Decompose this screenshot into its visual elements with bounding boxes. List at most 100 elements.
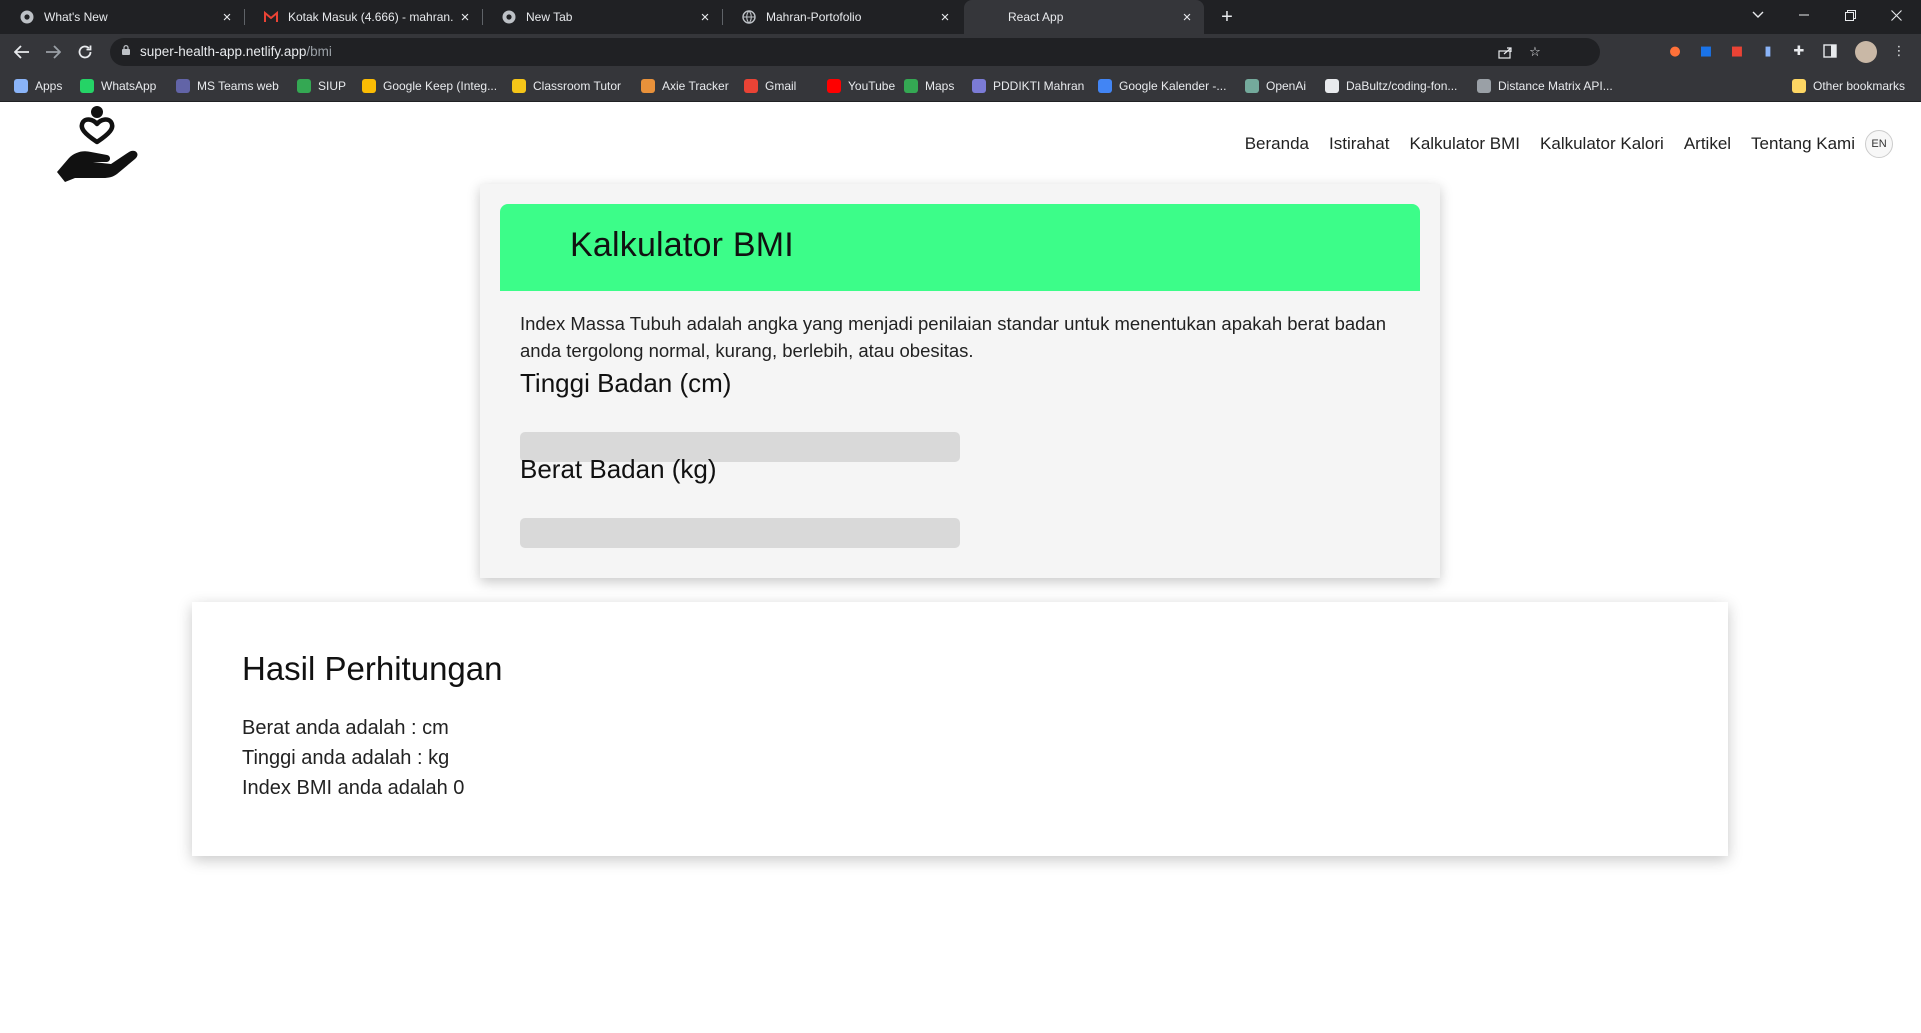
extension-shield-icon[interactable]: ■ (1697, 42, 1715, 60)
bookmark-favicon-icon (1477, 79, 1491, 93)
bookmark-favicon-icon (362, 79, 376, 93)
lock-icon (122, 45, 130, 55)
browser-toolbar: super-health-app.netlify.app/bmi ☆ ● ■ ■… (0, 34, 1921, 70)
bookmark-item[interactable]: YouTube (827, 78, 895, 94)
calculator-title: Kalkulator BMI (570, 226, 794, 264)
bookmark-label: Gmail (765, 79, 797, 93)
bookmark-item[interactable]: Axie Tracker (641, 78, 729, 94)
forward-icon[interactable] (41, 40, 65, 64)
bookmark-item[interactable]: SIUP (297, 78, 346, 94)
calculator-header: Kalkulator BMI (500, 204, 1420, 291)
result-height-line: Tinggi anda adalah : kg (242, 747, 450, 769)
calculator-description: Index Massa Tubuh adalah angka yang menj… (520, 313, 1387, 361)
tab-title: React App (1008, 10, 1064, 24)
globe-icon (742, 10, 756, 24)
close-icon[interactable]: × (934, 6, 956, 28)
browser-tab-strip: What's New × Kotak Masuk (4.666) - mahra… (0, 0, 1921, 34)
bookmark-item[interactable]: DaBultz/coding-fon... (1325, 78, 1457, 94)
other-bookmarks[interactable]: Other bookmarks (1792, 78, 1905, 94)
bookmark-label: Maps (925, 79, 955, 93)
bookmark-label: Axie Tracker (662, 79, 729, 93)
bookmark-item[interactable]: Google Keep (Integ... (362, 78, 497, 94)
bookmark-favicon-icon (176, 79, 190, 93)
nav-link-tentang-kami[interactable]: Tentang Kami (1751, 134, 1855, 154)
bookmark-favicon-icon (512, 79, 526, 93)
language-toggle[interactable]: EN (1865, 130, 1893, 158)
extension-docs-icon[interactable]: ▮ (1759, 42, 1777, 60)
bookmark-item[interactable]: OpenAi (1245, 78, 1306, 94)
bookmark-favicon-icon (641, 79, 655, 93)
puzzle-icon[interactable]: ✚ (1790, 42, 1808, 60)
bookmark-item[interactable]: PDDIKTI Mahran (972, 78, 1084, 94)
bookmark-item[interactable]: Gmail (744, 78, 796, 94)
bookmark-item[interactable]: Google Kalender -... (1098, 78, 1226, 94)
bookmark-favicon-icon (14, 79, 28, 93)
chrome-icon (20, 10, 34, 24)
extension-pdf-icon[interactable]: ■ (1728, 42, 1746, 60)
bookmark-item[interactable]: WhatsApp (80, 78, 156, 94)
react-icon (984, 10, 998, 24)
close-icon[interactable]: × (454, 6, 476, 28)
bookmark-label: MS Teams web (197, 79, 279, 93)
new-tab-button[interactable]: + (1216, 6, 1238, 28)
extension-fox-icon[interactable]: ● (1666, 42, 1684, 60)
url-host: super-health-app.netlify.app (140, 44, 307, 59)
tab-search-icon[interactable] (1740, 0, 1776, 30)
bookmark-item[interactable]: Distance Matrix API... (1477, 78, 1613, 94)
tab-new-tab[interactable]: New Tab × (482, 0, 722, 34)
bookmark-item[interactable]: Apps (14, 78, 62, 94)
address-bar[interactable]: super-health-app.netlify.app/bmi ☆ (110, 38, 1600, 66)
gmail-icon (264, 10, 278, 24)
tab-whats-new[interactable]: What's New × (0, 0, 244, 34)
tab-gmail[interactable]: Kotak Masuk (4.666) - mahran.raj × (244, 0, 482, 34)
bookmark-label: Distance Matrix API... (1498, 79, 1613, 93)
bookmark-label: PDDIKTI Mahran (993, 79, 1085, 93)
url-path: /bmi (306, 44, 332, 59)
minimize-icon[interactable] (1786, 0, 1822, 30)
result-bmi-line: Index BMI anda adalah 0 (242, 777, 465, 799)
logo-hand-heart-icon[interactable] (55, 102, 140, 182)
close-icon[interactable]: × (1176, 6, 1198, 28)
menu-icon[interactable]: ⋮ (1890, 42, 1908, 60)
nav-link-beranda[interactable]: Beranda (1245, 134, 1309, 154)
bookmark-label: WhatsApp (101, 79, 157, 93)
bookmark-label: Classroom Tutor (533, 79, 622, 93)
nav-link-istirahat[interactable]: Istirahat (1329, 134, 1389, 154)
tab-title: Kotak Masuk (4.666) - mahran.raj (288, 10, 454, 24)
weight-label: Berat Badan (kg) (520, 454, 717, 484)
side-panel-icon[interactable] (1821, 42, 1839, 60)
nav-link-kalkulator-kalori[interactable]: Kalkulator Kalori (1540, 134, 1664, 154)
back-icon[interactable] (10, 40, 34, 64)
weight-input[interactable] (520, 518, 960, 548)
result-weight-line: Berat anda adalah : cm (242, 717, 449, 739)
bookmark-item[interactable]: Classroom Tutor (512, 78, 621, 94)
close-icon[interactable]: × (216, 6, 238, 28)
bookmark-favicon-icon (827, 79, 841, 93)
bookmark-label: Other bookmarks (1813, 79, 1906, 93)
chrome-icon (502, 10, 516, 24)
restore-icon[interactable] (1832, 0, 1868, 30)
page: Beranda Istirahat Kalkulator BMI Kalkula… (0, 102, 1921, 1033)
bookmark-favicon-icon (1098, 79, 1112, 93)
reload-icon[interactable] (73, 40, 97, 64)
result-title: Hasil Perhitungan (242, 650, 503, 687)
bookmark-item[interactable]: MS Teams web (176, 78, 279, 94)
folder-icon (1792, 79, 1806, 93)
window-close-icon[interactable] (1878, 0, 1914, 30)
nav-link-artikel[interactable]: Artikel (1684, 134, 1731, 154)
bmi-calculator-card: Kalkulator BMI Index Massa Tubuh adalah … (480, 184, 1440, 578)
bookmark-label: SIUP (318, 79, 347, 93)
star-icon[interactable]: ☆ (1526, 43, 1544, 61)
bookmark-favicon-icon (1325, 79, 1339, 93)
bookmark-label: Apps (35, 79, 63, 93)
nav-link-kalkulator-bmi[interactable]: Kalkulator BMI (1409, 134, 1520, 154)
close-icon[interactable]: × (694, 6, 716, 28)
tab-portfolio[interactable]: Mahran-Portofolio × (722, 0, 962, 34)
share-icon[interactable] (1496, 43, 1514, 61)
tab-react-app[interactable]: React App × (964, 0, 1204, 34)
bookmark-label: DaBultz/coding-fon... (1346, 79, 1458, 93)
bookmark-item[interactable]: Maps (904, 78, 954, 94)
bookmark-favicon-icon (744, 79, 758, 93)
tab-title: Mahran-Portofolio (766, 10, 862, 24)
avatar[interactable] (1855, 41, 1877, 63)
